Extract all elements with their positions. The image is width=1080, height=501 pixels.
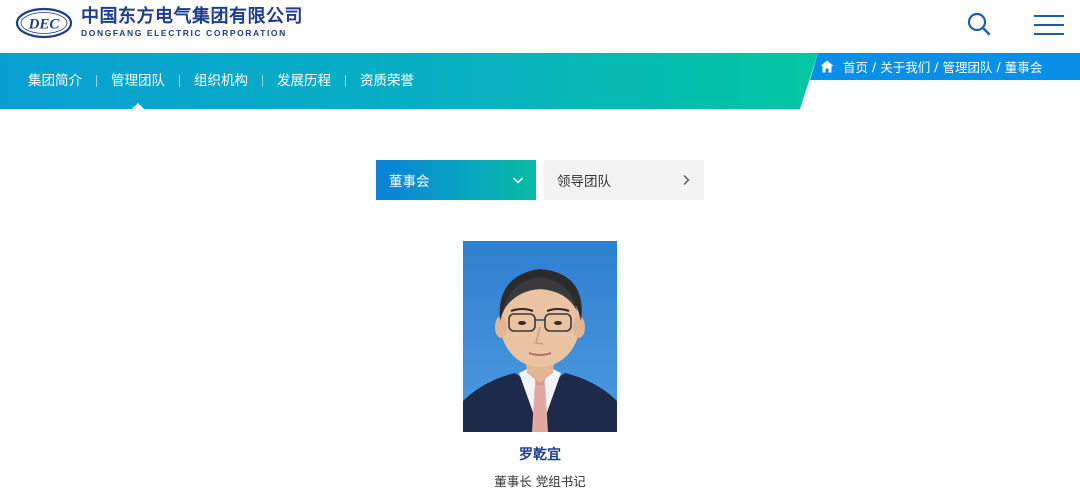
person-portrait[interactable]: [463, 241, 617, 432]
section-nav-bar: 集团简介 管理团队 组织机构 发展历程 资质荣誉 首页 / 关于我们 / 管理团…: [0, 53, 1080, 109]
tab-leadership-team[interactable]: 领导团队: [544, 160, 704, 200]
dec-logo-icon: DEC: [15, 7, 73, 39]
nav-menu: 集团简介 管理团队 组织机构 发展历程 资质荣誉: [0, 53, 428, 109]
nav-item-organization[interactable]: 组织机构: [180, 53, 262, 109]
nav-item-honors[interactable]: 资质荣誉: [346, 53, 428, 109]
menu-button[interactable]: [1030, 10, 1068, 40]
tab-board-of-directors[interactable]: 董事会: [376, 160, 536, 200]
tab-leadership-label: 领导团队: [557, 174, 611, 190]
page: DEC 中国东方电气集团有限公司 DONGFANG ELECTRIC CORPO…: [0, 0, 1080, 501]
breadcrumb-management-team[interactable]: 管理团队: [942, 57, 992, 76]
site-header: DEC 中国东方电气集团有限公司 DONGFANG ELECTRIC CORPO…: [0, 0, 1080, 53]
tab-board-label: 董事会: [389, 174, 430, 190]
logo-mark-text: DEC: [28, 17, 61, 33]
chevron-right-icon: [683, 175, 690, 185]
person-name: 罗乾宜: [519, 447, 561, 463]
company-logo[interactable]: DEC 中国东方电气集团有限公司 DONGFANG ELECTRIC CORPO…: [15, 7, 303, 39]
company-name-en: DONGFANG ELECTRIC CORPORATION: [81, 28, 287, 38]
breadcrumb-separator: /: [996, 59, 1001, 74]
search-button[interactable]: [962, 9, 996, 39]
chevron-down-icon: [513, 177, 523, 184]
breadcrumb-separator: /: [934, 59, 939, 74]
nav-item-group-intro[interactable]: 集团简介: [0, 53, 96, 109]
search-icon: [967, 12, 991, 36]
nav-item-history[interactable]: 发展历程: [263, 53, 345, 109]
home-icon[interactable]: [820, 60, 834, 73]
person-title: 董事长 党组书记: [494, 474, 586, 489]
breadcrumb: 首页 / 关于我们 / 管理团队 / 董事会: [820, 53, 1042, 80]
logo-text: 中国东方电气集团有限公司 DONGFANG ELECTRIC CORPORATI…: [81, 7, 303, 39]
sub-tabs: 董事会 领导团队: [376, 160, 704, 200]
breadcrumb-separator: /: [872, 59, 877, 74]
breadcrumb-home[interactable]: 首页: [843, 57, 868, 76]
breadcrumb-about-us[interactable]: 关于我们: [880, 57, 930, 76]
breadcrumb-board: 董事会: [1004, 60, 1043, 75]
nav-item-management-team[interactable]: 管理团队: [97, 53, 179, 109]
hamburger-menu-icon: [1034, 15, 1064, 35]
company-name-cn: 中国东方电气集团有限公司: [81, 6, 303, 27]
portrait-photo: [463, 241, 617, 432]
